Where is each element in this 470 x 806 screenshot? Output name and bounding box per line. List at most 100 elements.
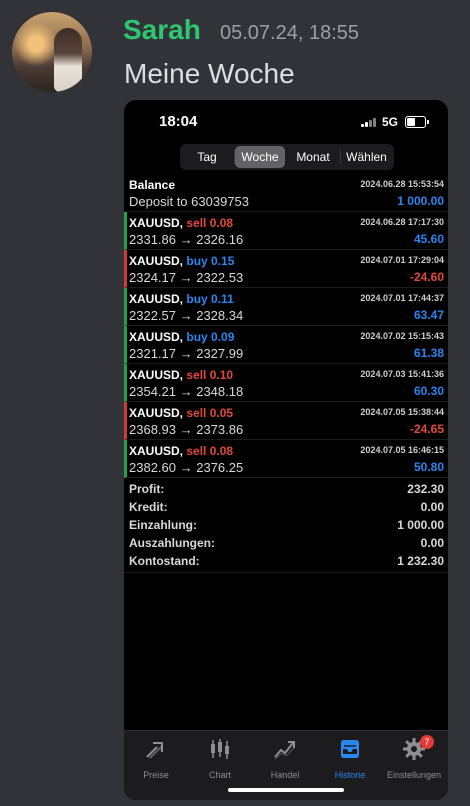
trade-row[interactable]: XAUUSD, sell 0.08 2382.60 → 2376.25 2024.0… — [124, 440, 448, 478]
trade-value: 50.80 — [413, 460, 444, 474]
summary-line: Kredit: 0.00 — [124, 498, 448, 516]
trade-header: XAUUSD, sell 0.08 — [129, 216, 233, 230]
trade-date: 2024.07.05 16:46:15 — [360, 445, 444, 455]
tab-historie[interactable]: Historie — [318, 737, 382, 781]
trade-volume: 0.05 — [209, 406, 234, 420]
trade-date: 2024.07.03 15:41:36 — [360, 369, 444, 379]
trade-symbol: XAUUSD, — [129, 292, 184, 306]
trade-prices: 2331.86 → 2326.16 — [129, 232, 244, 247]
trade-row[interactable]: XAUUSD, sell 0.05 2368.93 → 2373.86 2024.0… — [124, 402, 448, 440]
trade-value: -24.65 — [409, 422, 444, 436]
trade-symbol: XAUUSD, — [129, 330, 184, 344]
trade-volume: 0.08 — [209, 444, 234, 458]
summary-value: 1 000.00 — [397, 518, 444, 532]
summary-value: 0.00 — [420, 500, 444, 514]
summary-value: 0.00 — [420, 536, 444, 550]
username[interactable]: Sarah — [123, 14, 201, 46]
balance-value: 1 000.00 — [397, 194, 444, 208]
trade-header: XAUUSD, buy 0.15 — [129, 254, 234, 268]
battery-icon — [405, 116, 429, 128]
account-summary: Profit: 232.30 Kredit: 0.00 Einzahlung: 1 000… — [124, 480, 448, 570]
trade-symbol: XAUUSD, — [129, 444, 184, 458]
trade-row[interactable]: XAUUSD, buy 0.11 2322.57 → 2328.34 2024.07… — [124, 288, 448, 326]
trade-side: buy — [186, 292, 208, 306]
trade-symbol: XAUUSD, — [129, 216, 184, 230]
tab-chart[interactable]: Chart — [188, 737, 252, 781]
trade-value: -24.60 — [409, 270, 444, 284]
trade-header: XAUUSD, buy 0.09 — [129, 330, 234, 344]
tab-label: Handel — [270, 770, 300, 780]
segment-waehlen[interactable]: Wählen — [341, 146, 392, 168]
summary-line: Kontostand: 1 232.30 — [124, 552, 448, 570]
trade-side: sell — [186, 444, 207, 458]
trade-volume: 0.11 — [211, 292, 234, 306]
trade-header: XAUUSD, buy 0.11 — [129, 292, 234, 306]
trade-side: buy — [186, 254, 208, 268]
trade-date: 2024.07.05 15:38:44 — [360, 407, 444, 417]
trade-symbol: XAUUSD, — [129, 406, 184, 420]
avatar-figure — [54, 28, 82, 92]
status-time: 18:04 — [159, 113, 198, 130]
trade-value: 63.47 — [413, 308, 444, 322]
balance-subtitle: Deposit to 63039753 — [129, 194, 249, 209]
trade-prices: 2322.57 → 2328.34 — [129, 308, 244, 323]
summary-value: 232.30 — [407, 482, 444, 496]
trade-prices: 2321.17 → 2327.99 — [129, 346, 244, 361]
trade-prices: 2324.17 → 2322.53 — [129, 270, 244, 285]
trade-volume: 0.10 — [209, 368, 234, 382]
trade-row[interactable]: XAUUSD, sell 0.10 2354.21 → 2348.18 2024.0… — [124, 364, 448, 402]
message-timestamp: 05.07.24, 18:55 — [220, 22, 360, 44]
balance-date: 2024.06.28 15:53:54 — [360, 179, 444, 189]
balance-row[interactable]: Balance Deposit to 63039753 2024.06.28 1… — [124, 174, 448, 212]
trade-value: 61.38 — [413, 346, 444, 360]
trade-row[interactable]: XAUUSD, buy 0.15 2324.17 → 2322.53 2024.07… — [124, 250, 448, 288]
trade-date: 2024.07.01 17:44:37 — [360, 293, 444, 303]
trade-header: XAUUSD, sell 0.05 — [129, 406, 233, 420]
trade-symbol: XAUUSD, — [129, 254, 184, 268]
trade-chart-icon — [274, 741, 296, 760]
status-bar: 18:04 5G — [124, 100, 448, 140]
trade-value: 45.60 — [413, 232, 444, 246]
prices-icon — [146, 742, 163, 759]
trade-date: 2024.07.01 17:29:04 — [360, 255, 444, 265]
signal-icon — [361, 117, 377, 127]
summary-label: Kontostand: — [129, 554, 200, 568]
balance-title: Balance — [129, 178, 176, 192]
trade-row[interactable]: XAUUSD, sell 0.08 2331.86 → 2326.16 2024.0… — [124, 212, 448, 250]
summary-value: 1 232.30 — [397, 554, 444, 568]
candlestick-chart-icon — [211, 739, 229, 759]
summary-line: Profit: 232.30 — [124, 480, 448, 498]
home-indicator — [228, 788, 344, 792]
summary-line: Einzahlung: 1 000.00 — [124, 516, 448, 534]
trade-side: sell — [186, 368, 207, 382]
trade-row[interactable]: XAUUSD, buy 0.09 2321.17 → 2327.99 2024.07… — [124, 326, 448, 364]
trade-prices: 2368.93 → 2373.86 — [129, 422, 244, 437]
tab-label: Chart — [208, 770, 231, 780]
summary-label: Profit: — [129, 482, 165, 496]
network-type: 5G — [382, 115, 399, 129]
summary-label: Auszahlungen: — [129, 536, 215, 550]
trade-date: 2024.07.02 15:15:43 — [360, 331, 444, 341]
notification-badge: 7 — [420, 735, 434, 749]
tab-handel[interactable]: Handel — [253, 737, 317, 781]
trade-value: 60.30 — [413, 384, 444, 398]
segment-tag[interactable]: Tag — [182, 146, 232, 168]
history-list: Balance Deposit to 63039753 2024.06.28 1… — [124, 174, 448, 478]
segment-monat[interactable]: Monat — [288, 146, 338, 168]
message-text: Meine Woche — [124, 58, 295, 89]
period-segmented-control: Tag Woche Monat Wählen — [180, 144, 394, 170]
trade-header: XAUUSD, sell 0.10 — [129, 368, 233, 382]
tab-einstellungen[interactable]: 7 Einstellungen — [382, 735, 446, 781]
tab-label: Historie — [334, 770, 366, 780]
trade-volume: 0.09 — [211, 330, 235, 344]
phone-screenshot[interactable]: 18:04 5G Tag Woche Monat Wählen Balance … — [124, 100, 448, 800]
trade-date: 2024.06.28 17:17:30 — [360, 217, 444, 227]
tab-preise[interactable]: Preise — [124, 737, 188, 781]
trade-side: buy — [186, 330, 208, 344]
tab-label: Preise — [143, 770, 169, 780]
trade-symbol: XAUUSD, — [129, 368, 184, 382]
user-avatar[interactable] — [12, 12, 92, 92]
trade-side: sell — [186, 216, 207, 230]
segment-woche[interactable]: Woche — [235, 146, 285, 168]
trade-volume: 0.15 — [211, 254, 235, 268]
